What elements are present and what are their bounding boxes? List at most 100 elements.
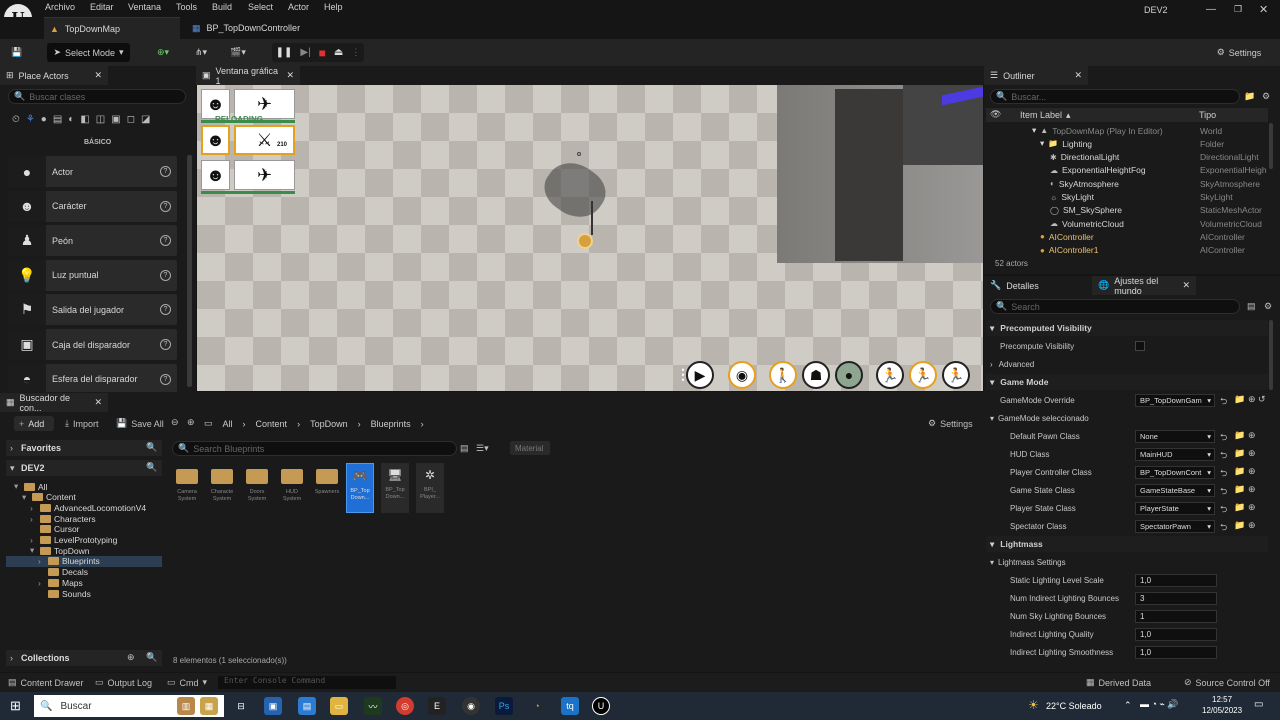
walk-action-icon[interactable]: 🚶 xyxy=(769,361,797,389)
save-all-button[interactable]: 💾 Save All xyxy=(116,418,164,429)
folder-tree-item[interactable]: Decals xyxy=(6,567,162,578)
menu-editar[interactable]: Editar xyxy=(90,2,114,12)
folder-tree-item[interactable]: › LevelPrototyping xyxy=(6,535,162,546)
notification-icon[interactable]: ▭ xyxy=(1254,699,1263,710)
browse-icon[interactable]: ⮌ xyxy=(1220,484,1227,500)
recent-icon[interactable]: ⏲ xyxy=(12,114,20,125)
visibility-icon[interactable]: 👁 xyxy=(990,109,1001,120)
play-action-icon[interactable]: ▶ xyxy=(686,361,714,389)
folder-asset[interactable]: Characte System xyxy=(208,463,236,513)
tray-icons[interactable]: ▬ ◔ ⌁ 🔊 xyxy=(1140,699,1179,710)
clear-icon[interactable]: ⊕ xyxy=(1248,448,1256,459)
precompute-visibility-checkbox[interactable] xyxy=(1135,341,1145,351)
details-settings-icon[interactable]: ⚙ xyxy=(1264,301,1272,312)
menu-tools[interactable]: Tools xyxy=(176,2,197,12)
add-button[interactable]: + Add xyxy=(14,416,54,431)
outliner-scrollbar[interactable] xyxy=(1269,123,1273,169)
close-outliner-icon[interactable]: ✕ xyxy=(1074,70,1082,81)
filter-chip-material[interactable]: Material xyxy=(510,441,550,455)
chevron-right-icon[interactable]: › xyxy=(38,578,45,588)
app-calculator-icon[interactable]: ▤ xyxy=(298,697,316,715)
close-world-settings-icon[interactable]: ✕ xyxy=(1182,280,1190,291)
outliner-row[interactable]: ▾ 📁 Lighting Folder xyxy=(986,137,1268,150)
browse-icon[interactable]: ⮌ xyxy=(1220,430,1227,446)
menu-select[interactable]: Select xyxy=(248,2,273,12)
folder-tree-item[interactable]: › AdvancedLocomotionV4 xyxy=(6,502,162,513)
browse-icon[interactable]: ⮌ xyxy=(1220,466,1227,482)
content-drawer-button[interactable]: ▤ Content Drawer xyxy=(8,677,84,688)
app-tq-icon[interactable]: tq xyxy=(561,697,579,715)
chevron-right-icon[interactable]: › xyxy=(30,514,37,524)
col-type[interactable]: Tipo xyxy=(1199,110,1216,120)
search-icon[interactable]: 🔍 xyxy=(146,652,157,663)
chevron-right-icon[interactable]: › xyxy=(38,556,45,566)
tab-outliner[interactable]: ☰ Outliner ✕ xyxy=(984,66,1088,85)
class-select[interactable]: SpectatorPawn ▾ xyxy=(1135,520,1215,533)
outliner-row[interactable]: ☁ VolumetricCloud VolumetricCloud xyxy=(986,217,1268,230)
menu-ventana[interactable]: Ventana xyxy=(128,2,161,12)
level-viewport[interactable]: ☻ ✈ RELOADING ☻ ⚔ 210 ☻ ✈ xyxy=(197,85,983,391)
file-explorer-icon[interactable]: ▭ xyxy=(330,697,348,715)
chevron-down-icon[interactable]: ▾ xyxy=(1040,138,1044,149)
chevron-down-icon[interactable]: ▾ xyxy=(14,481,21,492)
cmd-button[interactable]: ▭ Cmd ▾ xyxy=(167,677,207,688)
numeric-input[interactable]: 1,0 xyxy=(1135,574,1217,587)
app-monitor-icon[interactable]: 〰 xyxy=(364,697,382,715)
help-icon[interactable]: ? xyxy=(160,235,171,247)
select-mode-button[interactable]: ➤ Select Mode ▾ xyxy=(47,43,130,62)
col-item-label[interactable]: Item Label xyxy=(1020,110,1062,120)
forward-icon[interactable]: ⊕ xyxy=(187,417,195,428)
app-computer-icon[interactable]: ▣ xyxy=(264,697,282,715)
windows-start-icon[interactable]: ⊞ xyxy=(10,698,21,714)
chevron-down-icon[interactable]: ▾ xyxy=(22,492,29,503)
chevron-right-icon[interactable]: › xyxy=(30,503,37,513)
unreal-taskbar-icon[interactable]: U xyxy=(592,697,610,715)
section-precomputed-visibility[interactable]: ▾ Precomputed Visibility xyxy=(986,320,1268,336)
import-button[interactable]: ⤓ Import xyxy=(65,418,99,429)
table-view-icon[interactable]: ▤ xyxy=(1247,301,1256,312)
lightmass-settings-row[interactable]: ▾ Lightmass Settings xyxy=(986,553,1268,571)
numeric-input[interactable]: 1 xyxy=(1135,610,1217,623)
content-settings-button[interactable]: ⚙ Settings xyxy=(928,418,973,429)
actor-item[interactable]: ▣ Caja del disparador? xyxy=(8,329,177,360)
numeric-input[interactable]: 3 xyxy=(1135,592,1217,605)
crouch-action-icon[interactable]: ☗ xyxy=(802,361,830,389)
outliner-row[interactable]: ☁ ExponentialHeightFog ExponentialHeigh xyxy=(986,164,1268,177)
photoshop-icon[interactable]: Ps xyxy=(495,697,513,715)
tray-chevron-icon[interactable]: ⌃ xyxy=(1124,700,1132,711)
chevron-down-icon[interactable]: ▾ xyxy=(1032,125,1036,136)
filter-icon[interactable]: ☰▾ xyxy=(476,443,489,454)
stand-action-icon[interactable]: 🏃 xyxy=(876,361,904,389)
place-actors-search[interactable]: 🔍 Buscar clases xyxy=(8,89,186,104)
class-select[interactable]: GameStateBase ▾ xyxy=(1135,484,1215,497)
folder-tree-item[interactable]: Sounds xyxy=(6,588,162,599)
app-box-icon[interactable]: ▦ xyxy=(200,697,218,715)
actor-item[interactable]: ● Actor? xyxy=(8,156,177,187)
class-select[interactable]: MainHUD ▾ xyxy=(1135,448,1215,461)
breadcrumb-topdown[interactable]: TopDown xyxy=(310,419,348,429)
outliner-row[interactable]: ● AIController1 AIController xyxy=(986,244,1268,257)
outliner-row[interactable]: ☼ SkyLight SkyLight xyxy=(986,191,1268,204)
step-icon[interactable]: ▶| xyxy=(300,47,310,58)
run-action-icon[interactable]: 🏃 xyxy=(909,361,937,389)
chrome-icon[interactable]: ◎ xyxy=(396,697,414,715)
cinematics-icon[interactable]: 🎬▾ xyxy=(225,43,251,62)
browse-icon[interactable]: ⮌ xyxy=(1220,520,1227,536)
pause-icon[interactable]: ❚❚ xyxy=(276,47,293,58)
details-scrollbar[interactable] xyxy=(1269,320,1273,390)
outliner-search[interactable]: 🔍 Buscar... xyxy=(990,89,1240,104)
help-icon[interactable]: ? xyxy=(160,373,171,385)
gamemode-override-select[interactable]: BP_TopDownGam ▾ xyxy=(1135,394,1215,407)
volumes-icon[interactable]: ◫ xyxy=(96,114,105,125)
outliner-row[interactable]: ◐ SkyAtmosphere SkyAtmosphere xyxy=(986,177,1268,190)
clear-icon[interactable]: ⊕ xyxy=(1248,466,1256,477)
actor-item[interactable]: ⚑ Salida del jugador? xyxy=(8,294,177,326)
menu-actor[interactable]: Actor xyxy=(288,2,309,12)
project-header[interactable]: ▾ DEV2 🔍 xyxy=(6,460,162,476)
task-view-icon[interactable]: ⊟ xyxy=(232,697,250,715)
obs-icon[interactable]: ◉ xyxy=(462,697,480,715)
browse-icon[interactable]: ⮌ xyxy=(1220,502,1227,518)
numeric-input[interactable]: 1,0 xyxy=(1135,646,1217,659)
outliner-row[interactable]: ◯ SM_SkySphere StaticMeshActor xyxy=(986,204,1268,217)
sprint-action-icon[interactable]: 🏃 xyxy=(942,361,970,389)
